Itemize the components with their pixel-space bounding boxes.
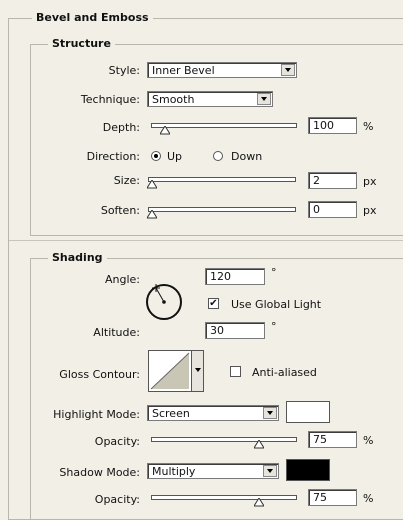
- style-select[interactable]: Inner Bevel: [147, 62, 297, 78]
- soften-input[interactable]: 0: [308, 201, 357, 218]
- direction-down-label: Down: [231, 150, 263, 163]
- highlight-opacity-track[interactable]: [151, 437, 297, 442]
- soften-slider-thumb[interactable]: [147, 210, 157, 219]
- depth-unit: %: [363, 120, 374, 133]
- direction-up-label: Up: [167, 150, 183, 163]
- global-light-checkbox[interactable]: ✔: [208, 298, 219, 309]
- shadow-opacity-input[interactable]: 75: [308, 489, 357, 506]
- contour-preview-icon: [150, 352, 190, 390]
- gloss-contour-label: Gloss Contour:: [59, 368, 140, 381]
- chevron-down-icon: [263, 465, 277, 477]
- shadow-opacity-label: Opacity:: [94, 493, 140, 506]
- style-value: Inner Bevel: [152, 64, 215, 77]
- size-slider-thumb[interactable]: [147, 180, 157, 189]
- highlight-opacity-input[interactable]: 75: [308, 431, 357, 448]
- highlight-color-swatch[interactable]: [286, 401, 330, 423]
- anti-aliased-label: Anti-aliased: [252, 366, 317, 379]
- shadow-opacity-track[interactable]: [151, 495, 297, 500]
- shadow-mode-label: Shadow Mode:: [59, 466, 140, 479]
- gloss-contour-picker[interactable]: [148, 350, 192, 392]
- direction-down-radio[interactable]: [213, 151, 223, 161]
- style-label: Style:: [108, 64, 140, 77]
- highlight-opacity-unit: %: [363, 434, 374, 447]
- shading-title: Shading: [48, 251, 107, 264]
- technique-select[interactable]: Smooth: [147, 91, 273, 107]
- soften-slider-track[interactable]: [148, 207, 296, 212]
- size-label: Size:: [113, 174, 140, 187]
- direction-label: Direction:: [86, 150, 140, 163]
- size-slider-track[interactable]: [148, 177, 296, 182]
- depth-slider-track[interactable]: [151, 123, 297, 128]
- chevron-down-icon: [257, 93, 271, 105]
- highlight-mode-value: Screen: [152, 407, 190, 420]
- panel-title: Bevel and Emboss: [32, 11, 153, 24]
- gloss-contour-dropdown[interactable]: [191, 350, 204, 392]
- chevron-down-icon: [195, 368, 201, 372]
- structure-title: Structure: [48, 37, 115, 50]
- angle-dial-icon: [146, 284, 182, 320]
- group-divider: [9, 240, 403, 241]
- angle-unit: °: [271, 266, 277, 279]
- angle-input[interactable]: 120: [205, 268, 265, 285]
- altitude-label: Altitude:: [93, 326, 140, 339]
- altitude-unit: °: [271, 320, 277, 333]
- soften-unit: px: [363, 204, 377, 217]
- shadow-opacity-thumb[interactable]: [254, 498, 264, 507]
- shadow-opacity-unit: %: [363, 492, 374, 505]
- soften-label: Soften:: [100, 204, 140, 217]
- highlight-opacity-label: Opacity:: [94, 435, 140, 448]
- depth-input[interactable]: 100: [308, 117, 357, 134]
- depth-label: Depth:: [102, 121, 140, 134]
- chevron-down-icon: [263, 407, 277, 419]
- global-light-label: Use Global Light: [231, 298, 322, 311]
- depth-slider-thumb[interactable]: [160, 126, 170, 135]
- size-input[interactable]: 2: [308, 172, 357, 189]
- shadow-mode-select[interactable]: Multiply: [147, 463, 279, 479]
- angle-dial[interactable]: [145, 283, 183, 321]
- anti-aliased-checkbox[interactable]: [230, 366, 241, 377]
- shadow-color-swatch[interactable]: [286, 459, 330, 481]
- chevron-down-icon: [281, 64, 295, 76]
- technique-label: Technique:: [80, 93, 140, 106]
- size-unit: px: [363, 175, 377, 188]
- technique-value: Smooth: [152, 93, 195, 106]
- direction-up-radio[interactable]: [151, 151, 161, 161]
- highlight-mode-select[interactable]: Screen: [147, 405, 279, 421]
- altitude-input[interactable]: 30: [205, 322, 265, 339]
- highlight-mode-label: Highlight Mode:: [53, 408, 140, 421]
- shadow-mode-value: Multiply: [152, 465, 196, 478]
- highlight-opacity-thumb[interactable]: [254, 440, 264, 449]
- angle-label: Angle:: [104, 273, 140, 286]
